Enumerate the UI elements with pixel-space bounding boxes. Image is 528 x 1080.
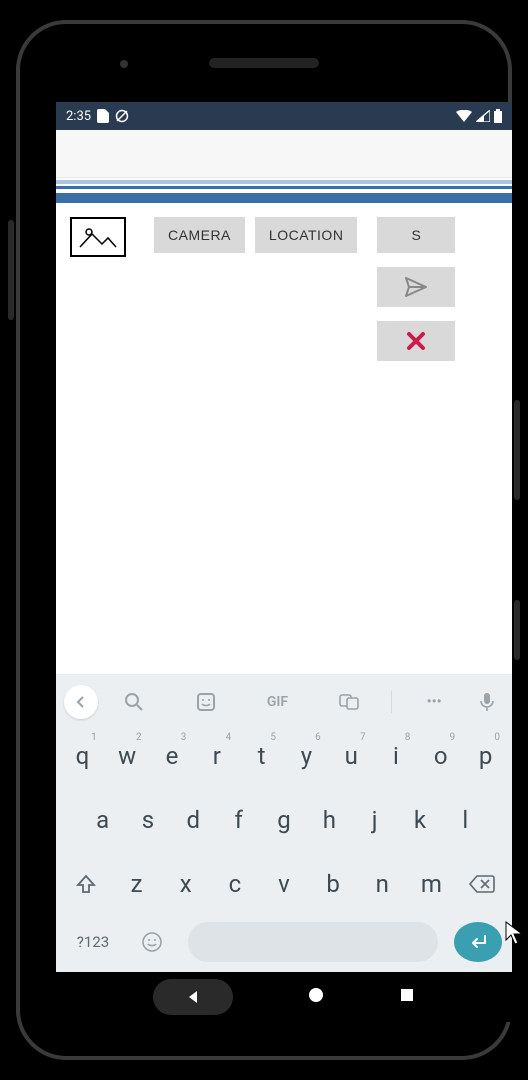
- camera-button[interactable]: CAMERA: [154, 217, 245, 253]
- space-key[interactable]: [188, 922, 438, 962]
- content-area: CAMERA LOCATION S: [56, 203, 512, 674]
- key-a[interactable]: a: [82, 794, 123, 846]
- key-c[interactable]: c: [212, 858, 257, 910]
- key-n[interactable]: n: [360, 858, 405, 910]
- ime-back-button[interactable]: [64, 685, 98, 719]
- key-r[interactable]: r4: [196, 730, 237, 782]
- keyboard-row-3: zxcvbnm: [56, 852, 512, 916]
- nav-back-button[interactable]: [153, 979, 233, 1015]
- send-button[interactable]: [377, 267, 455, 307]
- key-i[interactable]: i8: [376, 730, 417, 782]
- signal-icon: [476, 110, 490, 122]
- key-z[interactable]: z: [114, 858, 159, 910]
- keyboard-row-4: ?123: [56, 916, 512, 972]
- status-time: 2:35: [66, 109, 91, 124]
- sticker-icon[interactable]: [170, 692, 242, 712]
- key-x[interactable]: x: [163, 858, 208, 910]
- emoji-key[interactable]: [128, 916, 176, 968]
- screen: 2:35: [56, 102, 512, 1022]
- symbols-key[interactable]: ?123: [62, 916, 124, 968]
- key-l[interactable]: l: [445, 794, 486, 846]
- app-header: [56, 130, 512, 178]
- key-t[interactable]: t5: [241, 730, 282, 782]
- key-e[interactable]: e3: [152, 730, 193, 782]
- navigation-bar: [56, 972, 512, 1022]
- more-button[interactable]: •••: [398, 694, 470, 710]
- battery-icon: [494, 109, 502, 123]
- key-f[interactable]: f: [218, 794, 259, 846]
- image-placeholder[interactable]: [70, 217, 126, 257]
- keyboard: GIF ••• q1w2e3r4t5y6u7i8o9p0 asdfghjkl z…: [56, 674, 512, 972]
- key-y[interactable]: y6: [286, 730, 327, 782]
- mic-icon[interactable]: [470, 692, 504, 712]
- no-location-icon: [115, 109, 129, 123]
- key-g[interactable]: g: [263, 794, 304, 846]
- key-b[interactable]: b: [311, 858, 356, 910]
- key-o[interactable]: o9: [420, 730, 461, 782]
- location-button[interactable]: LOCATION: [255, 217, 358, 253]
- nav-recents-button[interactable]: [399, 987, 415, 1007]
- key-s[interactable]: s: [127, 794, 168, 846]
- header-divider: [56, 178, 512, 203]
- key-p[interactable]: p0: [465, 730, 506, 782]
- phone-speaker: [209, 58, 319, 68]
- cancel-button[interactable]: [377, 321, 455, 361]
- shift-key[interactable]: [62, 858, 110, 910]
- sim-icon: [97, 109, 109, 123]
- phone-front-camera: [120, 60, 128, 68]
- keyboard-row-2: asdfghjkl: [56, 788, 512, 852]
- gif-button[interactable]: GIF: [242, 694, 314, 710]
- translate-icon[interactable]: [313, 692, 385, 712]
- keyboard-row-1: q1w2e3r4t5y6u7i8o9p0: [56, 724, 512, 788]
- enter-key[interactable]: [454, 922, 502, 962]
- key-j[interactable]: j: [354, 794, 395, 846]
- key-m[interactable]: m: [409, 858, 454, 910]
- share-button[interactable]: S: [377, 217, 455, 253]
- status-bar: 2:35: [56, 102, 512, 130]
- key-d[interactable]: d: [173, 794, 214, 846]
- key-u[interactable]: u7: [331, 730, 372, 782]
- wifi-icon: [456, 110, 472, 122]
- backspace-key[interactable]: [458, 858, 506, 910]
- search-icon[interactable]: [98, 692, 170, 712]
- nav-home-button[interactable]: [307, 986, 325, 1008]
- key-q[interactable]: q1: [62, 730, 103, 782]
- key-h[interactable]: h: [309, 794, 350, 846]
- key-v[interactable]: v: [261, 858, 306, 910]
- ime-toolbar: GIF •••: [56, 680, 512, 724]
- key-k[interactable]: k: [399, 794, 440, 846]
- key-w[interactable]: w2: [107, 730, 148, 782]
- phone-frame: 2:35: [16, 20, 512, 1060]
